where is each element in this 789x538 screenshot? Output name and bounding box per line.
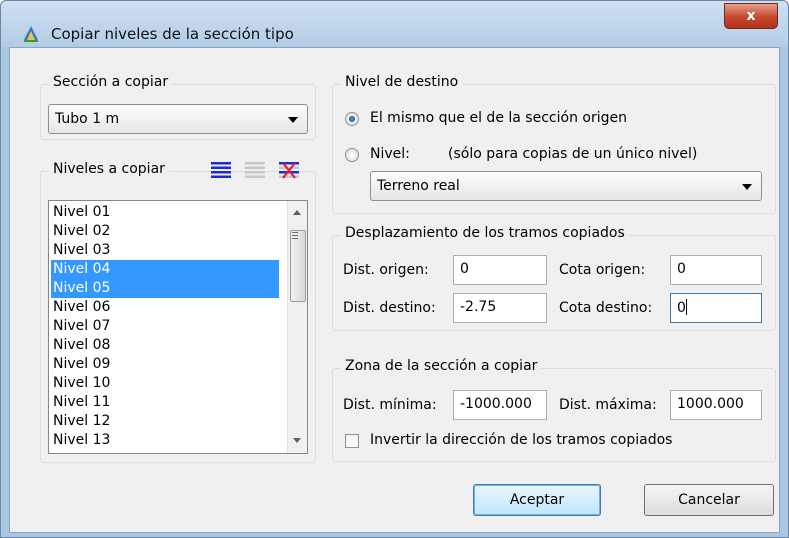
radio-selected-dot xyxy=(349,116,355,122)
dist-destino-field[interactable]: -2.75 xyxy=(453,293,547,323)
dialog-window: Copiar niveles de la sección tipo x Secc… xyxy=(0,0,789,538)
seccion-legend: Sección a copiar xyxy=(49,74,173,90)
list-item[interactable]: Nivel 05 xyxy=(51,279,279,298)
list-item[interactable]: Nivel 06 xyxy=(51,298,279,317)
scroll-down-icon[interactable] xyxy=(293,438,301,443)
radio-nivel-note: (sólo para copias de un único nivel) xyxy=(448,146,698,162)
cota-origen-field[interactable]: 0 xyxy=(670,255,762,285)
list-item[interactable]: Nivel 08 xyxy=(51,336,279,355)
cota-destino-field[interactable]: 0 xyxy=(670,293,762,323)
dist-minima-label: Dist. mínima: xyxy=(343,397,437,413)
niveles-listbox[interactable]: Nivel 01 Nivel 02 Nivel 03 Nivel 04 Nivel 05… xyxy=(48,200,308,454)
chevron-down-icon xyxy=(288,117,298,123)
text-caret xyxy=(685,299,687,315)
select-none-icon[interactable] xyxy=(244,160,266,182)
list-item[interactable]: Nivel 01 xyxy=(51,203,279,222)
radio-nivel[interactable] xyxy=(345,148,359,162)
scroll-up-icon[interactable] xyxy=(293,210,301,215)
list-item[interactable]: Nivel 12 xyxy=(51,412,279,431)
dist-origen-label: Dist. origen: xyxy=(343,262,429,278)
list-item[interactable]: Nivel 04 xyxy=(51,260,279,279)
scrollbar-thumb[interactable] xyxy=(290,230,306,302)
cota-destino-label: Cota destino: xyxy=(559,300,653,316)
destino-legend: Nivel de destino xyxy=(341,74,463,90)
dist-maxima-field[interactable]: 1000.000 xyxy=(670,390,762,420)
cota-destino-value: 0 xyxy=(677,300,686,316)
list-item[interactable]: Nivel 13 xyxy=(51,431,279,450)
invertir-label[interactable]: Invertir la dirección de los tramos copi… xyxy=(370,432,672,448)
invert-selection-icon[interactable] xyxy=(278,160,300,182)
app-icon xyxy=(24,26,38,42)
seccion-combo-value: Tubo 1 m xyxy=(55,111,120,127)
close-button[interactable]: x xyxy=(724,3,778,29)
zona-legend: Zona de la sección a copiar xyxy=(341,358,542,374)
list-item[interactable]: Nivel 11 xyxy=(51,393,279,412)
nivel-destino-combo[interactable]: Terreno real xyxy=(370,171,762,201)
invertir-checkbox[interactable] xyxy=(345,434,359,448)
grip-icon xyxy=(292,232,298,233)
select-all-icon[interactable] xyxy=(210,160,232,182)
title-bar[interactable]: Copiar niveles de la sección tipo x xyxy=(1,1,788,47)
chevron-down-icon xyxy=(742,184,752,190)
niveles-list: Nivel 01 Nivel 02 Nivel 03 Nivel 04 Nivel 05… xyxy=(51,203,279,450)
niveles-legend: Niveles a copiar xyxy=(49,161,169,177)
cota-origen-label: Cota origen: xyxy=(559,262,646,278)
window-title: Copiar niveles de la sección tipo xyxy=(51,25,294,43)
radio-same-level-label[interactable]: El mismo que el de la sección origen xyxy=(370,110,627,126)
cancel-button[interactable]: Cancelar xyxy=(644,484,774,516)
nivel-destino-combo-value: Terreno real xyxy=(377,178,460,194)
dist-origen-field[interactable]: 0 xyxy=(453,255,547,285)
dist-destino-label: Dist. destino: xyxy=(343,300,436,316)
list-item[interactable]: Nivel 07 xyxy=(51,317,279,336)
close-icon: x xyxy=(746,8,756,24)
dist-maxima-label: Dist. máxima: xyxy=(559,397,657,413)
desplazamiento-legend: Desplazamiento de los tramos copiados xyxy=(341,225,629,241)
accept-button[interactable]: Aceptar xyxy=(473,484,601,516)
list-item[interactable]: Nivel 02 xyxy=(51,222,279,241)
list-scrollbar[interactable] xyxy=(287,201,307,453)
list-item[interactable]: Nivel 09 xyxy=(51,355,279,374)
dialog-body: Sección a copiar Tubo 1 m Niveles a copi… xyxy=(9,47,780,533)
list-item[interactable]: Nivel 03 xyxy=(51,241,279,260)
radio-nivel-label[interactable]: Nivel: xyxy=(370,146,410,162)
dist-minima-field[interactable]: -1000.000 xyxy=(453,390,547,420)
list-item[interactable]: Nivel 10 xyxy=(51,374,279,393)
radio-same-level[interactable] xyxy=(345,112,359,126)
seccion-combo[interactable]: Tubo 1 m xyxy=(48,104,308,134)
